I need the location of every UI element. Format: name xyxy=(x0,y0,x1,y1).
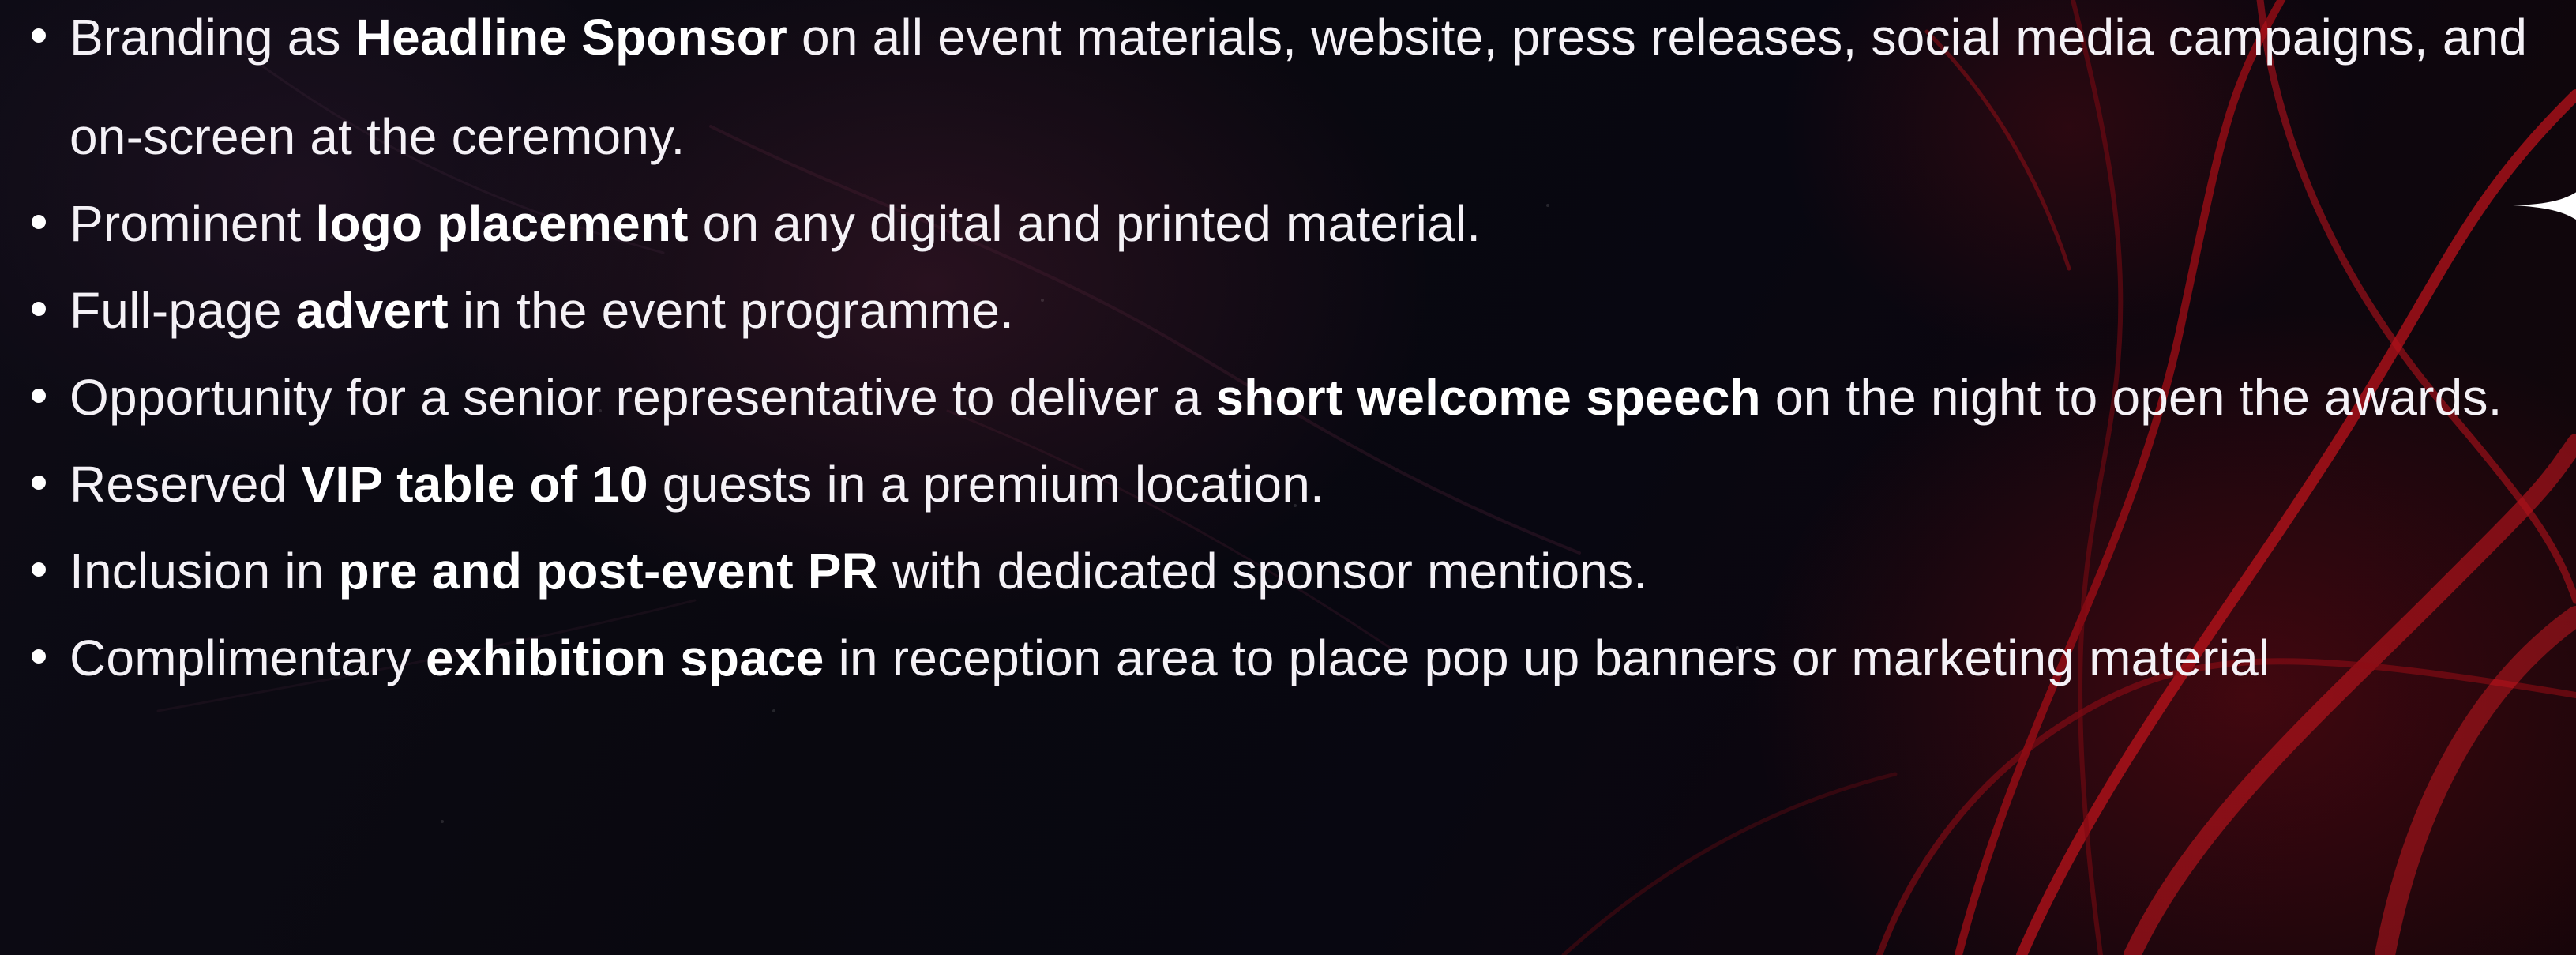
benefit-text-after: guests in a premium location. xyxy=(648,456,1324,513)
benefit-logo-placement: Prominent logo placement on any digital … xyxy=(25,174,2544,273)
benefit-exhibition-space: Complimentary exhibition space in recept… xyxy=(25,608,2544,708)
benefit-text-after: on any digital and printed material. xyxy=(688,195,1481,252)
benefit-welcome-speech: Opportunity for a senior representative … xyxy=(25,348,2544,447)
benefit-pr-inclusion: Inclusion in pre and post-event PR with … xyxy=(25,521,2544,621)
benefit-advert: Full-page advert in the event programme. xyxy=(25,261,2544,360)
benefit-text-before: Prominent xyxy=(69,195,316,252)
sponsor-benefits-list: Branding as Headline Sponsor on all even… xyxy=(25,0,2544,708)
benefit-highlight: short welcome speech xyxy=(1215,369,1761,426)
benefit-text-before: Opportunity for a senior representative … xyxy=(69,369,1216,426)
benefit-text-before: Full-page xyxy=(69,282,296,339)
benefit-headline-sponsor: Branding as Headline Sponsor on all even… xyxy=(25,0,2544,186)
benefit-highlight: pre and post-event PR xyxy=(338,543,878,600)
benefit-text-after: with dedicated sponsor mentions. xyxy=(878,543,1648,600)
benefit-text-after: in reception area to place pop up banner… xyxy=(824,630,2270,686)
benefit-text-before: Complimentary xyxy=(69,630,426,686)
benefit-text-before: Inclusion in xyxy=(69,543,339,600)
benefit-vip-table: Reserved VIP table of 10 guests in a pre… xyxy=(25,434,2544,534)
benefit-highlight: advert xyxy=(295,282,449,339)
benefit-text-before: Reserved xyxy=(69,456,302,513)
benefit-highlight: logo placement xyxy=(315,195,689,252)
benefit-highlight: VIP table of 10 xyxy=(301,456,648,513)
benefit-text-after: in the event programme. xyxy=(448,282,1015,339)
benefit-text-before: Branding as xyxy=(69,9,355,66)
benefit-text-after: on the night to open the awards. xyxy=(1760,369,2503,426)
sponsor-benefits-section: Branding as Headline Sponsor on all even… xyxy=(0,0,2576,955)
benefit-highlight: exhibition space xyxy=(425,630,824,686)
benefit-highlight: Headline Sponsor xyxy=(355,9,788,66)
